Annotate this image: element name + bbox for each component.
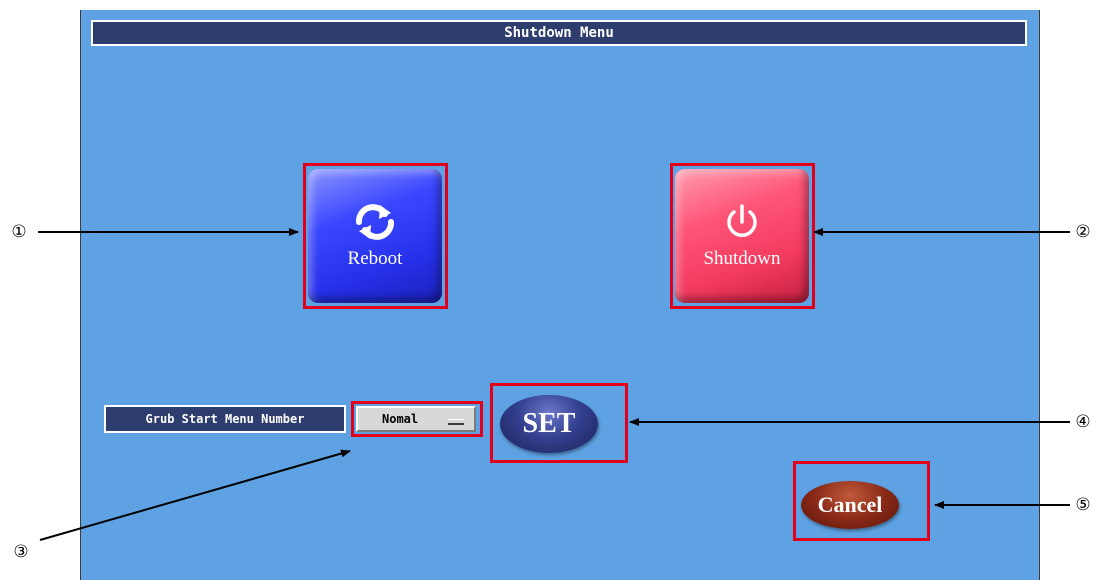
callout-2: ② [1075, 222, 1091, 242]
callout-4: ④ [1075, 412, 1091, 432]
callout-3: ③ [13, 542, 29, 562]
callout-1: ① [11, 222, 27, 242]
callout-5: ⑤ [1075, 495, 1091, 515]
callout-arrow-3 [39, 449, 351, 541]
callout-arrows [38, 228, 1070, 541]
